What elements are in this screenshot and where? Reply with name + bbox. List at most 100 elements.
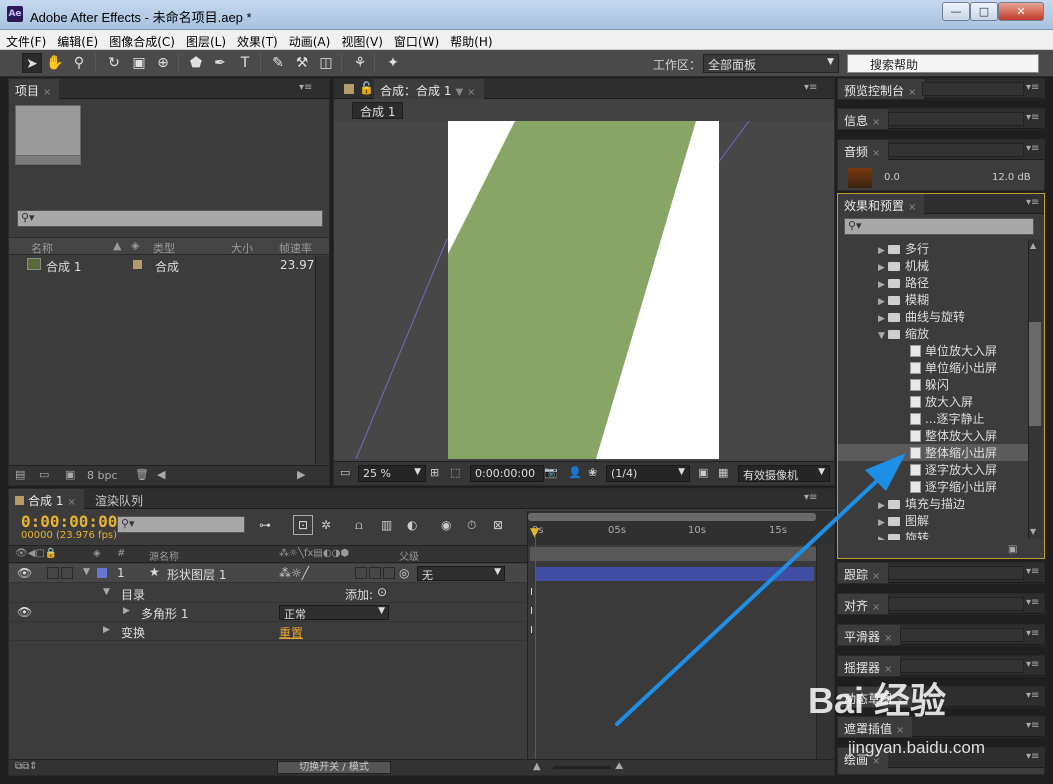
effects-folder-row[interactable]: ▶ 模糊	[838, 291, 1028, 308]
scroll-up-icon[interactable]: ▲	[1030, 241, 1036, 250]
close-icon[interactable]: ×	[872, 117, 880, 128]
eye-icon[interactable]: 👁	[17, 566, 32, 580]
zoom-select[interactable]: 25 % ▼	[358, 465, 426, 482]
effects-folder-row[interactable]: ▶ 填充与描边	[838, 495, 1028, 512]
mask-visibility-icon[interactable]: ⬚	[450, 466, 460, 479]
polygon-row[interactable]: 👁 ▶ 多角形 1 正常 ▼	[9, 603, 527, 622]
close-icon[interactable]: ×	[67, 497, 75, 508]
effects-folder-row[interactable]: ▶ 机械	[838, 257, 1028, 274]
tab-timeline-comp[interactable]: 合成 1 ×	[9, 489, 84, 509]
effects-folder-row[interactable]: ▶ 旋转	[838, 529, 1028, 540]
panel-menu-icon[interactable]: ▾≡	[1026, 720, 1039, 731]
expand-triangle-icon[interactable]: ▼	[103, 587, 110, 597]
effects-preset-row[interactable]: ...逐字静止	[838, 410, 1028, 427]
clone-stamp-tool-icon[interactable]: ⚒	[292, 53, 312, 73]
camera-tool-icon[interactable]: ▣	[129, 53, 149, 73]
interpret-footage-icon[interactable]: ▤	[15, 468, 25, 481]
expand-triangle-icon[interactable]: ▼	[83, 567, 90, 577]
menu-view[interactable]: 视图(V)	[335, 30, 388, 50]
add-menu-icon[interactable]: ⊙	[377, 585, 387, 599]
composition-viewer[interactable]	[334, 121, 834, 459]
show-snapshot-icon[interactable]: 👤	[568, 466, 582, 479]
region-of-interest-icon[interactable]: ▣	[698, 466, 708, 479]
snapshot-icon[interactable]: 📷	[544, 466, 558, 479]
panel-menu-icon[interactable]: ▾≡	[1026, 690, 1039, 701]
expand-triangle-icon[interactable]: ▶	[103, 625, 110, 635]
pen-tool-icon[interactable]: ✒	[210, 53, 230, 73]
close-icon[interactable]: ×	[872, 602, 880, 613]
menu-help[interactable]: 帮助(H)	[444, 30, 497, 50]
tab-render-queue[interactable]: 渲染队列	[89, 489, 151, 509]
layer-switches-toggle-icon[interactable]: ⧉⧉⇕	[15, 761, 38, 772]
close-icon[interactable]: ×	[43, 87, 51, 98]
menu-effect[interactable]: 效果(T)	[231, 30, 283, 50]
col-fps[interactable]: 帧速率	[279, 240, 312, 256]
effects-preset-row[interactable]: 单位放大入屏	[838, 342, 1028, 359]
switch-box[interactable]	[383, 567, 395, 579]
shy-layers-icon[interactable]: ⩍	[355, 518, 363, 533]
time-navigator-bar[interactable]	[528, 513, 816, 521]
tab-align[interactable]: 对齐 ×	[838, 594, 889, 614]
col-size[interactable]: 大小	[231, 240, 253, 256]
tab-preview[interactable]: 预览控制台 ×	[838, 79, 925, 99]
reset-link[interactable]: 重置	[279, 624, 303, 641]
hand-tool-icon[interactable]: ✋	[45, 53, 65, 73]
comp-navigator-tab[interactable]: 合成 1	[352, 102, 404, 119]
close-icon[interactable]: ×	[884, 633, 892, 644]
scroll-right-icon[interactable]: ▶	[297, 468, 305, 481]
close-icon[interactable]: ×	[467, 87, 475, 98]
menu-composition[interactable]: 图像合成(C)	[103, 30, 180, 50]
effects-preset-row[interactable]: 逐字放大入屏	[838, 461, 1028, 478]
rotate-tool-icon[interactable]: ↻	[104, 53, 124, 73]
timeline-zoom-slider[interactable]	[553, 766, 611, 769]
panel-menu-icon[interactable]: ▾≡	[1026, 197, 1039, 208]
roto-brush-tool-icon[interactable]: ⚘	[350, 53, 370, 73]
keyframe-nav-icon[interactable]: I	[530, 625, 533, 636]
close-icon[interactable]: ×	[908, 87, 916, 98]
help-search-input[interactable]: 搜索帮助	[847, 54, 1039, 73]
color-channels-icon[interactable]: ❀	[588, 466, 597, 479]
scroll-down-icon[interactable]: ▼	[1030, 527, 1036, 536]
new-preset-icon[interactable]: ▣	[1008, 544, 1017, 555]
parent-select[interactable]: 无 ▼	[417, 566, 505, 582]
maximize-button[interactable]: □	[970, 2, 998, 21]
panel-menu-icon[interactable]: ▾≡	[1026, 112, 1039, 123]
tab-project[interactable]: 项目 ×	[9, 79, 60, 99]
transparency-grid-icon[interactable]: ▦	[718, 466, 728, 479]
workspace-select[interactable]: 全部面板 ▼	[703, 54, 839, 73]
expand-triangle-icon[interactable]: ▶	[878, 535, 888, 540]
tab-audio[interactable]: 音频 ×	[838, 140, 889, 160]
effects-preset-row[interactable]: 放大入屏	[838, 393, 1028, 410]
col-source-name[interactable]: 源名称	[149, 548, 179, 563]
zoom-in-icon[interactable]: ⛰	[615, 761, 623, 772]
lock-icon[interactable]: 🔓	[359, 81, 374, 95]
effects-folder-row[interactable]: ▼ 缩放	[838, 325, 1028, 342]
draft-3d-icon[interactable]: ✲	[321, 518, 331, 532]
layer-switches-icon[interactable]: ⁂☼╱	[279, 566, 309, 580]
live-update-icon[interactable]: ⊡	[293, 515, 313, 535]
brainstorm-icon[interactable]: ◉	[441, 518, 451, 532]
panel-menu-icon[interactable]: ▾≡	[1026, 566, 1039, 577]
keyframe-nav-icon[interactable]: I	[530, 587, 533, 598]
project-scrollbar[interactable]	[315, 256, 329, 464]
blend-mode-select[interactable]: 正常 ▼	[279, 605, 389, 621]
col-type[interactable]: 类型	[153, 240, 175, 256]
col-parent[interactable]: 父级	[399, 548, 419, 563]
current-time-indicator[interactable]	[535, 535, 536, 759]
effects-preset-row[interactable]: 逐字缩小出屏	[838, 478, 1028, 495]
puppet-pin-tool-icon[interactable]: ✦	[383, 53, 403, 73]
expand-triangle-icon[interactable]: ▶	[878, 314, 888, 324]
text-tool-icon[interactable]: T	[235, 53, 255, 73]
new-folder-icon[interactable]: ▭	[39, 468, 49, 481]
panel-menu-icon[interactable]: ▾≡	[804, 492, 817, 503]
effects-folder-row[interactable]: ▶ 图解	[838, 512, 1028, 529]
timeline-vertical-scrollbar[interactable]	[816, 545, 834, 759]
tab-info[interactable]: 信息 ×	[838, 109, 889, 129]
panel-menu-icon[interactable]: ▾≡	[299, 82, 312, 93]
expand-triangle-icon[interactable]: ▶	[878, 297, 888, 307]
lock-checkbox[interactable]	[61, 567, 73, 579]
timeline-current-time[interactable]: 0:00:00:00	[21, 512, 117, 531]
panel-menu-icon[interactable]: ▾≡	[804, 82, 817, 93]
timeline-search-input[interactable]: ⚲▾	[117, 516, 245, 533]
menu-animation[interactable]: 动画(A)	[283, 30, 336, 50]
